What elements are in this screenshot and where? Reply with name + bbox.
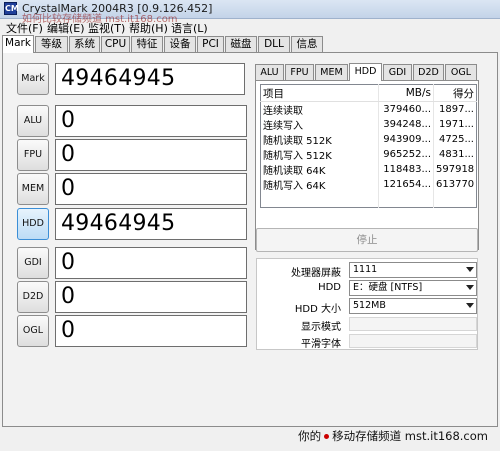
result-tab-gdi[interactable]: GDI xyxy=(383,64,412,80)
tab-system[interactable]: 系统 xyxy=(69,36,100,52)
result-tab-mem[interactable]: MEM xyxy=(315,64,348,80)
mark-button[interactable]: Mark xyxy=(17,63,49,95)
d2d-button[interactable]: D2D xyxy=(17,281,49,313)
gdi-score: 0 xyxy=(55,247,247,279)
processor-mask-select[interactable]: 1111 xyxy=(349,262,477,278)
hdd-size-value: 512MB xyxy=(353,300,386,311)
gdi-button[interactable]: GDI xyxy=(17,247,49,279)
row-label: 连续读取 xyxy=(263,106,303,117)
table-header-row: 项目 MB/s 得分 xyxy=(260,84,477,102)
row-score: 4725... xyxy=(433,132,477,147)
hdd-size-label: HDD 大小 xyxy=(294,304,341,315)
hdd-size-select[interactable]: 512MB xyxy=(349,298,477,314)
hdd-score: 49464945 xyxy=(55,208,247,240)
display-mode-label: 显示模式 xyxy=(301,322,341,333)
ogl-button[interactable]: OGL xyxy=(17,315,49,347)
footer-watermark: 你的 移动存储频道 mst.it168.com xyxy=(298,428,488,444)
row-mbps: 394248... xyxy=(378,117,434,132)
mark-panel: Mark 49464945 ALU 0 FPU 0 MEM 0 HDD 4946… xyxy=(2,52,498,427)
hdd-select[interactable]: E：硬盘 [NTFS] xyxy=(349,280,477,296)
row-label: 随机写入 64K xyxy=(263,181,326,192)
result-tab-alu[interactable]: ALU xyxy=(255,64,284,80)
smooth-font-field[interactable] xyxy=(349,334,477,348)
row-mbps: 121654... xyxy=(378,177,434,192)
table-row: 连续读取 379460... 1897... xyxy=(261,101,477,117)
tab-mark[interactable]: Mark xyxy=(2,35,34,53)
row-score: 597918 xyxy=(433,162,477,177)
hdd-value: E：硬盘 [NTFS] xyxy=(353,282,423,293)
menu-bar: 文件(F) 编辑(E) 监视(T) 帮助(H) 语言(L) xyxy=(0,19,500,35)
table-row: 随机读取 64K 118483... 597918 xyxy=(261,162,477,177)
title-bar[interactable]: CM CrystalMark 2004R3 [0.9.126.452] 如何比较… xyxy=(0,0,500,25)
tab-dll[interactable]: DLL xyxy=(258,36,290,52)
menu-file[interactable]: 文件(F) xyxy=(6,20,43,36)
app-icon: CM xyxy=(4,2,19,15)
tab-rank[interactable]: 等级 xyxy=(35,36,68,52)
fpu-score: 0 xyxy=(55,139,247,171)
settings-panel: 处理器屏蔽 1111 HDD E：硬盘 [NTFS] HDD 大小 512MB … xyxy=(256,258,478,350)
mark-score: 49464945 xyxy=(55,63,245,95)
smooth-font-label: 平滑字体 xyxy=(301,339,341,350)
row-label: 随机读取 64K xyxy=(263,166,326,177)
alu-button[interactable]: ALU xyxy=(17,105,49,137)
row-mbps: 118483... xyxy=(378,162,434,177)
row-label: 随机读取 512K xyxy=(263,136,332,147)
tab-info[interactable]: 信息 xyxy=(291,36,323,52)
table-row: 随机读取 512K 943909... 4725... xyxy=(261,132,477,147)
row-mbps: 965252... xyxy=(378,147,434,162)
row-score: 4831... xyxy=(433,147,477,162)
tab-cpu[interactable]: CPU xyxy=(101,36,130,52)
display-mode-field[interactable] xyxy=(349,317,477,331)
col-header-mbps[interactable]: MB/s xyxy=(378,84,434,102)
row-score: 1971... xyxy=(433,117,477,132)
hdd-button[interactable]: HDD xyxy=(17,208,49,240)
processor-mask-value: 1111 xyxy=(353,264,378,275)
row-score: 1897... xyxy=(433,101,477,117)
hdd-label: HDD xyxy=(318,282,341,293)
mem-button[interactable]: MEM xyxy=(17,173,49,205)
row-label: 连续写入 xyxy=(263,121,303,132)
col-header-score[interactable]: 得分 xyxy=(433,84,477,102)
d2d-score: 0 xyxy=(55,281,247,313)
result-tab-fpu[interactable]: FPU xyxy=(285,64,314,80)
table-row: 随机写入 64K 121654... 613770 xyxy=(261,177,477,192)
chevron-down-icon xyxy=(466,267,474,272)
result-tab-ogl[interactable]: OGL xyxy=(445,64,477,80)
hdd-result-panel: 项目 MB/s 得分 连续读取 379460... 1897... 连续写入 3… xyxy=(255,80,479,250)
tab-devices[interactable]: 设备 xyxy=(164,36,196,52)
tab-disk[interactable]: 磁盘 xyxy=(225,36,257,52)
menu-help[interactable]: 帮助(H) xyxy=(129,20,168,36)
chevron-down-icon xyxy=(466,303,474,308)
processor-mask-label: 处理器屏蔽 xyxy=(291,268,341,279)
col-header-item[interactable]: 项目 xyxy=(260,84,379,102)
row-mbps: 943909... xyxy=(378,132,434,147)
menu-edit[interactable]: 编辑(E) xyxy=(47,20,85,36)
tab-pci[interactable]: PCI xyxy=(197,36,224,52)
alu-score: 0 xyxy=(55,105,247,137)
result-tab-d2d[interactable]: D2D xyxy=(413,64,444,80)
menu-monitor[interactable]: 监视(T) xyxy=(88,20,125,36)
result-tab-hdd[interactable]: HDD xyxy=(349,63,382,81)
tab-features[interactable]: 特征 xyxy=(131,36,163,52)
table-row: 连续写入 394248... 1971... xyxy=(261,117,477,132)
ogl-score: 0 xyxy=(55,315,247,347)
stop-button[interactable]: 停止 xyxy=(256,228,478,252)
fpu-button[interactable]: FPU xyxy=(17,139,49,171)
row-score: 613770 xyxy=(433,177,477,192)
footer-watermark-left: 你的 xyxy=(298,429,322,443)
table-row: 随机写入 512K 965252... 4831... xyxy=(261,147,477,162)
row-mbps: 379460... xyxy=(378,101,434,117)
hdd-result-table: 项目 MB/s 得分 连续读取 379460... 1897... 连续写入 3… xyxy=(260,84,477,208)
menu-language[interactable]: 语言(L) xyxy=(171,20,208,36)
row-label: 随机写入 512K xyxy=(263,151,332,162)
red-dot-icon xyxy=(324,434,330,439)
mem-score: 0 xyxy=(55,173,247,205)
footer-watermark-right: 移动存储频道 mst.it168.com xyxy=(332,429,488,443)
chevron-down-icon xyxy=(466,285,474,290)
